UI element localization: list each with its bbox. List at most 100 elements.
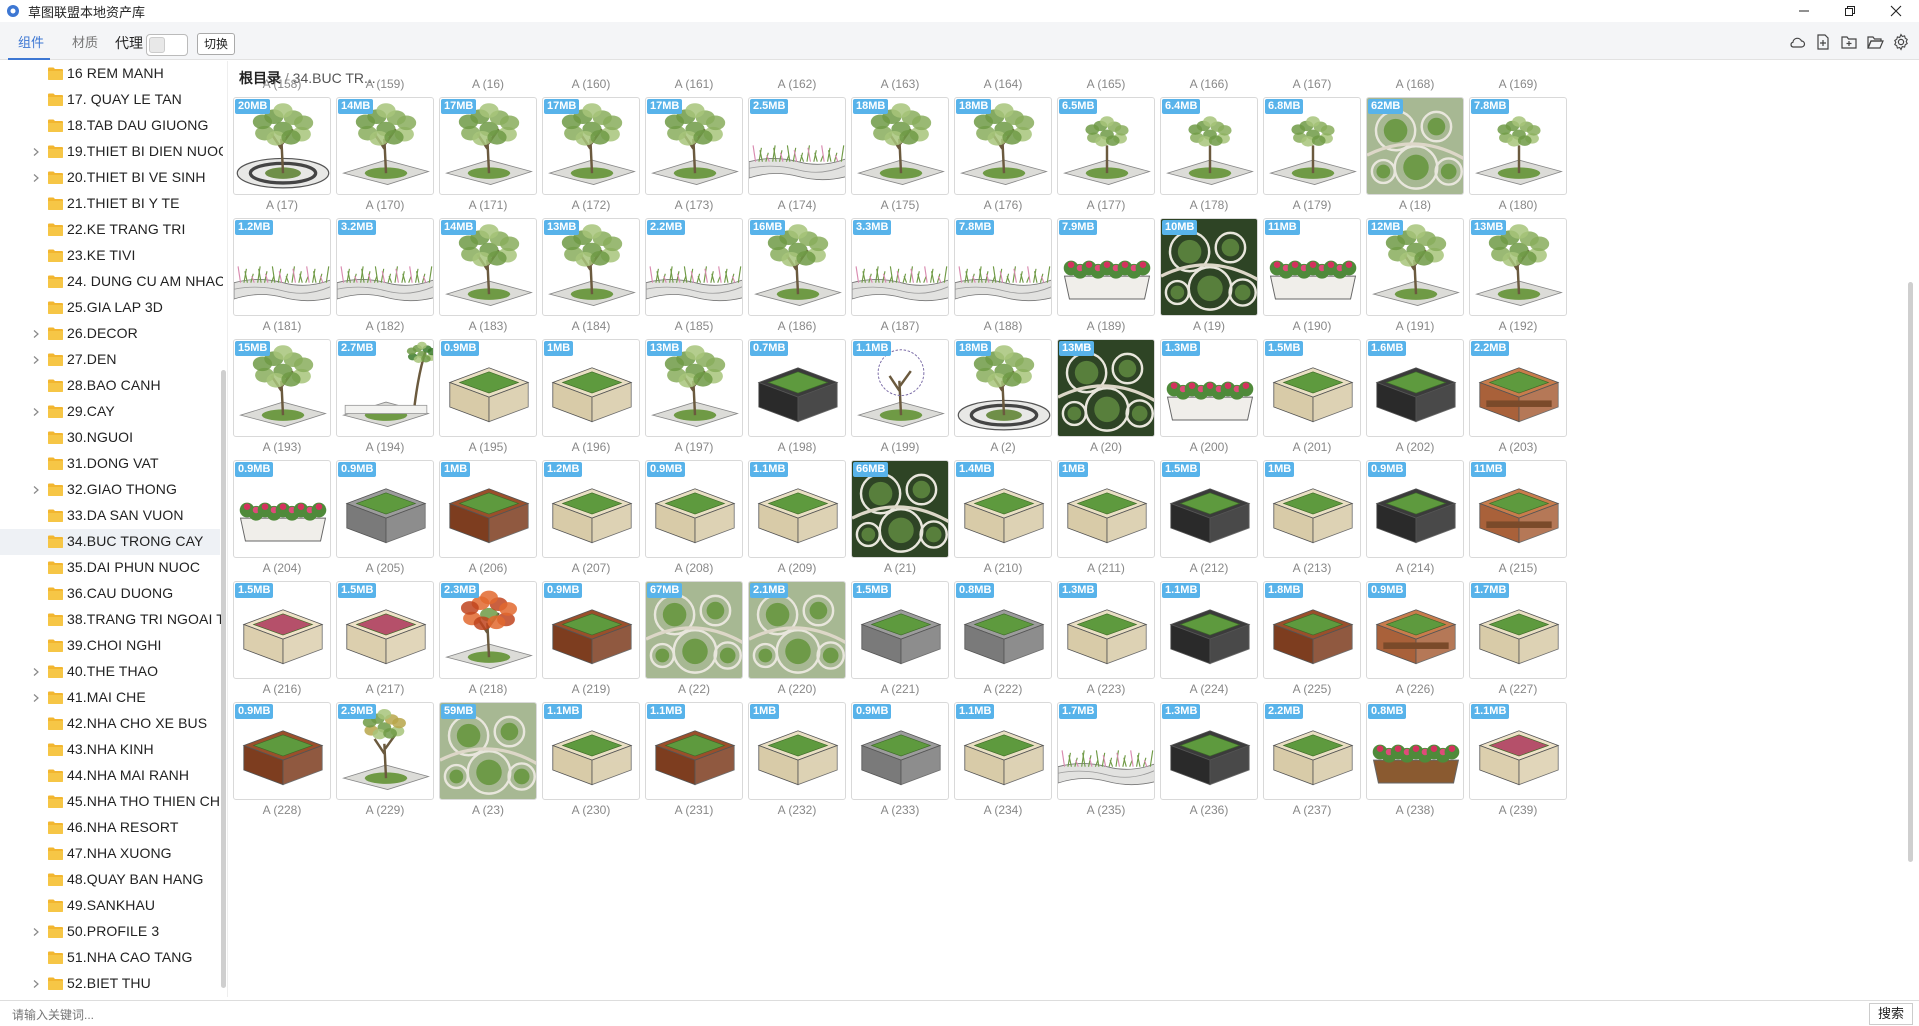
tree-item[interactable]: 29.CAY: [0, 399, 220, 425]
tree-item[interactable]: 51.NHA CAO TANG: [0, 945, 220, 971]
asset-card[interactable]: 1.1MB: [1160, 581, 1258, 679]
asset-card[interactable]: 6.8MB: [1263, 97, 1361, 195]
asset-card[interactable]: 2.7MB: [336, 339, 434, 437]
asset-card[interactable]: 0.9MB: [645, 460, 743, 558]
asset-card[interactable]: 0.8MB: [954, 581, 1052, 679]
tab-components[interactable]: 组件: [18, 22, 44, 60]
asset-card[interactable]: 1.7MB: [1469, 581, 1567, 679]
sidebar-scrollbar[interactable]: [221, 370, 226, 988]
asset-card[interactable]: 15MB: [233, 339, 331, 437]
asset-card[interactable]: 2.2MB: [645, 218, 743, 316]
chevron-right-icon[interactable]: [31, 667, 41, 677]
new-folder-icon[interactable]: [1839, 32, 1859, 52]
tree-item[interactable]: 16 REM MANH: [0, 61, 220, 87]
tree-item[interactable]: 24. DUNG CU AM NHAC: [0, 269, 223, 295]
asset-card[interactable]: 2.1MB: [748, 581, 846, 679]
asset-card[interactable]: 67MB: [645, 581, 743, 679]
tree-item[interactable]: 41.MAI CHE: [0, 685, 220, 711]
asset-card[interactable]: 0.9MB: [233, 460, 331, 558]
asset-card[interactable]: 3.3MB: [851, 218, 949, 316]
asset-card[interactable]: 1.8MB: [1263, 581, 1361, 679]
asset-card[interactable]: 7.9MB: [1057, 218, 1155, 316]
asset-card[interactable]: 13MB: [645, 339, 743, 437]
tree-item[interactable]: 46.NHA RESORT: [0, 815, 220, 841]
minimize-button[interactable]: [1781, 0, 1827, 22]
chevron-right-icon[interactable]: [31, 147, 41, 157]
asset-card[interactable]: 0.9MB: [233, 702, 331, 800]
tree-item[interactable]: 33.DA SAN VUON: [0, 503, 220, 529]
asset-card[interactable]: 1.1MB: [954, 702, 1052, 800]
asset-card[interactable]: 1.4MB: [954, 460, 1052, 558]
tree-item[interactable]: 45.NHA THO THIEN CHUA: [0, 789, 223, 815]
asset-card[interactable]: 17MB: [439, 97, 537, 195]
asset-card[interactable]: 2.2MB: [1263, 702, 1361, 800]
asset-card[interactable]: 2.2MB: [1469, 339, 1567, 437]
search-button[interactable]: 搜索: [1869, 1003, 1913, 1025]
chevron-right-icon[interactable]: [31, 927, 41, 937]
asset-card[interactable]: 1.5MB: [1263, 339, 1361, 437]
tree-item[interactable]: 35.DAI PHUN NUOC: [0, 555, 220, 581]
asset-card[interactable]: 1.1MB: [851, 339, 949, 437]
tree-item[interactable]: 22.KE TRANG TRI: [0, 217, 220, 243]
settings-icon[interactable]: [1891, 32, 1911, 52]
asset-card[interactable]: 0.8MB: [1366, 702, 1464, 800]
asset-card[interactable]: 0.9MB: [542, 581, 640, 679]
asset-card[interactable]: 1MB: [748, 702, 846, 800]
open-folder-icon[interactable]: [1865, 32, 1885, 52]
asset-card[interactable]: 1MB: [439, 460, 537, 558]
tree-item[interactable]: 32.GIAO THONG: [0, 477, 220, 503]
tree-item[interactable]: 40.THE THAO: [0, 659, 220, 685]
chevron-right-icon[interactable]: [31, 355, 41, 365]
asset-card[interactable]: 11MB: [1263, 218, 1361, 316]
tree-item[interactable]: 25.GIA LAP 3D: [0, 295, 220, 321]
chevron-right-icon[interactable]: [31, 173, 41, 183]
tree-item[interactable]: 39.CHOI NGHI: [0, 633, 220, 659]
cloud-icon[interactable]: [1787, 32, 1807, 52]
asset-card[interactable]: 1.3MB: [1057, 581, 1155, 679]
asset-card[interactable]: 18MB: [954, 97, 1052, 195]
grid-scrollbar[interactable]: [1908, 282, 1913, 862]
asset-card[interactable]: 0.9MB: [1366, 581, 1464, 679]
chevron-right-icon[interactable]: [31, 407, 41, 417]
tree-item[interactable]: 42.NHA CHO XE BUS: [0, 711, 220, 737]
close-button[interactable]: [1873, 0, 1919, 22]
asset-card[interactable]: 1.5MB: [1160, 460, 1258, 558]
new-file-icon[interactable]: [1813, 32, 1833, 52]
asset-card[interactable]: 1.3MB: [1160, 339, 1258, 437]
tab-materials[interactable]: 材质: [72, 22, 98, 60]
asset-card[interactable]: 20MB: [233, 97, 331, 195]
asset-card[interactable]: 0.9MB: [851, 702, 949, 800]
asset-card[interactable]: 1MB: [1263, 460, 1361, 558]
asset-card[interactable]: 1.5MB: [336, 581, 434, 679]
tree-item[interactable]: 36.CAU DUONG: [0, 581, 220, 607]
asset-card[interactable]: 1.1MB: [748, 460, 846, 558]
asset-card[interactable]: 0.9MB: [1366, 460, 1464, 558]
chevron-right-icon[interactable]: [31, 329, 41, 339]
tree-item[interactable]: 34.BUC TRONG CAY: [0, 529, 220, 555]
asset-card[interactable]: 2.5MB: [748, 97, 846, 195]
tree-item[interactable]: 18.TAB DAU GIUONG: [0, 113, 220, 139]
tree-item[interactable]: 50.PROFILE 3: [0, 919, 220, 945]
tree-item[interactable]: 43.NHA KINH: [0, 737, 220, 763]
asset-card[interactable]: 1MB: [542, 339, 640, 437]
asset-card[interactable]: 1.3MB: [1160, 702, 1258, 800]
proxy-toggle[interactable]: [146, 34, 188, 56]
asset-card[interactable]: 17MB: [542, 97, 640, 195]
tree-item[interactable]: 17. QUAY LE TAN: [0, 87, 220, 113]
asset-card[interactable]: 1.5MB: [233, 581, 331, 679]
tree-item[interactable]: 27.DEN: [0, 347, 220, 373]
asset-card[interactable]: 1.2MB: [542, 460, 640, 558]
asset-card[interactable]: 0.9MB: [336, 460, 434, 558]
tree-item[interactable]: 31.DONG VAT: [0, 451, 220, 477]
asset-card[interactable]: 13MB: [1469, 218, 1567, 316]
asset-card[interactable]: 11MB: [1469, 460, 1567, 558]
asset-card[interactable]: 0.9MB: [439, 339, 537, 437]
asset-card[interactable]: 1.7MB: [1057, 702, 1155, 800]
asset-card[interactable]: 3.2MB: [336, 218, 434, 316]
asset-card[interactable]: 6.4MB: [1160, 97, 1258, 195]
asset-card[interactable]: 10MB: [1160, 218, 1258, 316]
tree-item[interactable]: 38.TRANG TRI NGOAI THAT: [0, 607, 223, 633]
tree-item[interactable]: 48.QUAY BAN HANG: [0, 867, 220, 893]
tree-item[interactable]: 49.SANKHAU: [0, 893, 220, 919]
asset-card[interactable]: 13MB: [1057, 339, 1155, 437]
